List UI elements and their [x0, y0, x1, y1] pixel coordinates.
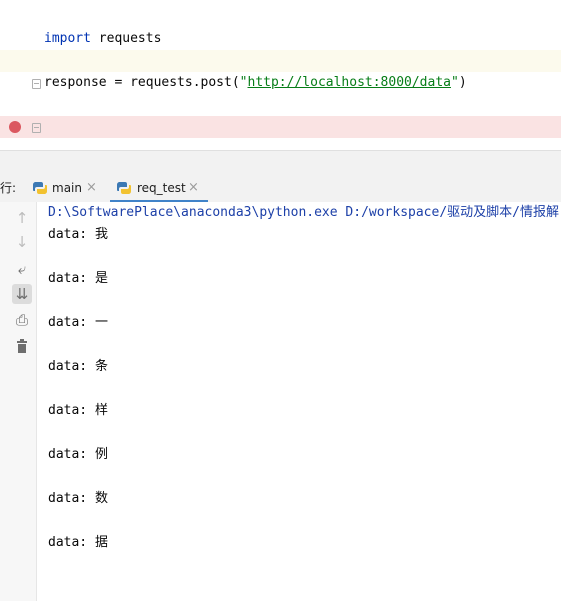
- trash-shape: [17, 339, 27, 353]
- close-icon[interactable]: ×: [188, 174, 199, 202]
- console-output[interactable]: D:\SoftwarePlace\anaconda3\python.exe D:…: [0, 202, 561, 601]
- code-line-1[interactable]: import requests: [0, 6, 561, 46]
- console-line: data: 一: [48, 315, 108, 330]
- console-line: data: 据: [48, 535, 108, 550]
- tab-label: main: [52, 181, 82, 195]
- python-icon: [32, 182, 48, 194]
- console-line: data: 例: [48, 447, 108, 462]
- fold-marker-icon[interactable]: [32, 79, 41, 89]
- run-label: 行:: [0, 181, 17, 195]
- run-tab-bar: 行: main × req_test ×: [0, 174, 561, 203]
- code-line-4[interactable]: for line in response.iter_lines():: [0, 72, 561, 134]
- python-icon: [116, 182, 132, 194]
- close-icon[interactable]: ×: [86, 174, 97, 202]
- tab-req-test[interactable]: req_test ×: [110, 174, 208, 203]
- soft-wrap-icon[interactable]: ⤶: [12, 259, 32, 279]
- console-line: data: 是: [48, 271, 108, 286]
- fold-marker-icon[interactable]: [32, 123, 41, 133]
- code-line-3[interactable]: response = requests.post("http://localho…: [0, 50, 561, 90]
- console-line: data: 我: [48, 227, 108, 242]
- code-line-5[interactable]: if line:: [0, 94, 561, 134]
- console-command-line: D:\SoftwarePlace\anaconda3\python.exe D:…: [48, 205, 559, 220]
- up-arrow-icon[interactable]: ↑: [12, 208, 32, 228]
- down-arrow-icon[interactable]: ↓: [12, 232, 32, 252]
- console-line: data: 条: [48, 359, 108, 374]
- console-toolbar: ↑ ↓ ⤶ ⇊ ⎙: [0, 202, 37, 601]
- trash-icon[interactable]: [12, 336, 32, 356]
- tab-label: req_test: [137, 181, 186, 195]
- code-editor[interactable]: import requests response = requests.post…: [0, 0, 561, 200]
- panel-splitter[interactable]: [0, 150, 561, 175]
- code-line-6[interactable]: print(line.decode() + '\n'): [0, 116, 561, 200]
- scroll-to-end-icon[interactable]: ⇊: [12, 284, 32, 304]
- breakpoint-icon[interactable]: [9, 121, 21, 133]
- tab-main[interactable]: main ×: [30, 174, 100, 202]
- console-line: data: 数: [48, 491, 108, 506]
- print-icon[interactable]: ⎙: [12, 310, 32, 330]
- console-line: data: 样: [48, 403, 108, 418]
- code-line-2[interactable]: [0, 28, 561, 50]
